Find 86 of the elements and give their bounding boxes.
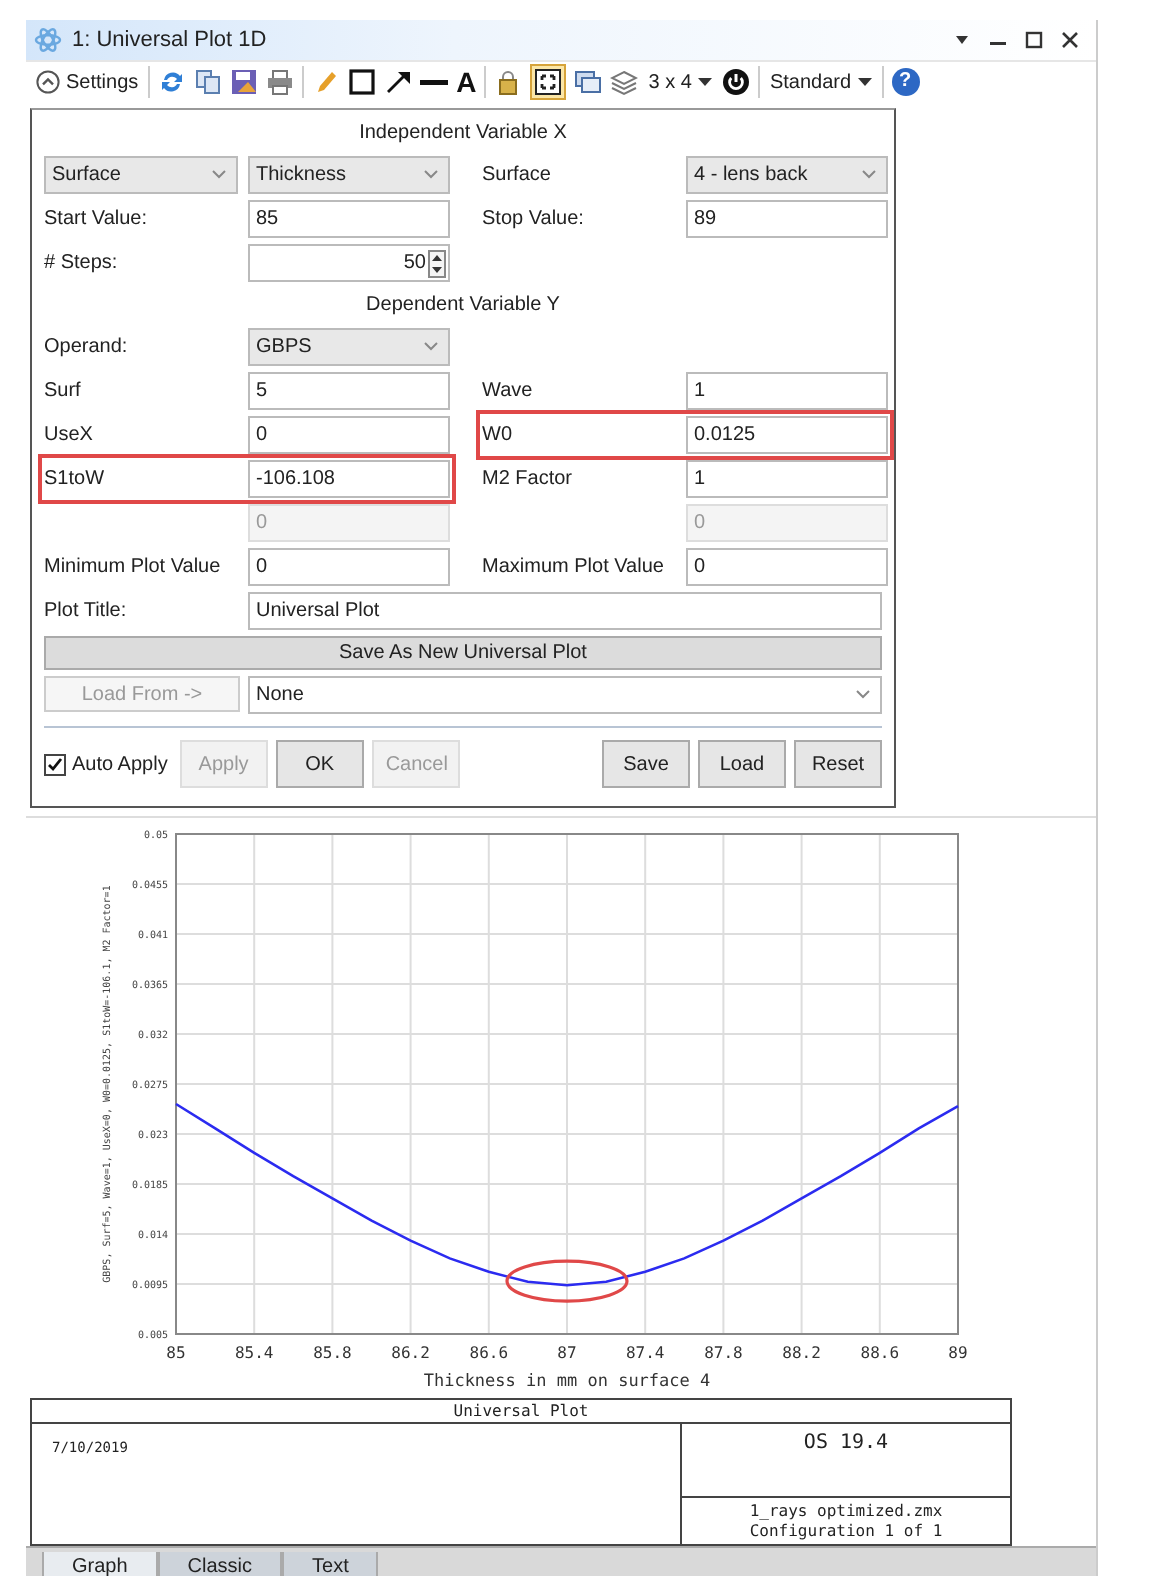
input-field[interactable]: 0 (248, 548, 450, 586)
field-label: # Steps: (44, 252, 120, 274)
input-field[interactable]: 0.0125 (686, 416, 888, 454)
arrow-icon[interactable] (384, 68, 413, 96)
field-label: Stop Value: (482, 208, 586, 230)
caret-icon[interactable] (857, 76, 872, 88)
x-tick-label: 88.6 (860, 1344, 900, 1362)
checkbox[interactable] (44, 753, 66, 775)
field-label: W0 (482, 424, 514, 446)
chevron-down-icon[interactable] (212, 170, 226, 180)
file-name: 1_rays optimized.zmx (747, 1502, 945, 1522)
maximize-icon[interactable] (1024, 30, 1044, 50)
x-tick-label: 87.4 (625, 1344, 665, 1362)
view-tab[interactable]: Text (282, 1552, 379, 1576)
input-field[interactable]: 85 (248, 200, 450, 238)
number-spinner[interactable]: 50 (248, 244, 450, 282)
x-tick-label: 86.2 (391, 1344, 430, 1362)
dropdown[interactable]: 4 - lens back (686, 156, 888, 194)
print-icon[interactable] (266, 68, 295, 96)
field-label: Wave (482, 380, 535, 402)
field-label: M2 Factor (482, 468, 575, 490)
version-text: OS 19.4 (801, 1430, 891, 1458)
field-label: UseX (44, 424, 95, 446)
caret-icon[interactable] (697, 76, 712, 88)
field-label: Maximum Plot Value (482, 556, 666, 578)
style-dropdown[interactable]: Standard (767, 71, 874, 93)
power-icon[interactable] (721, 68, 750, 96)
layout-dropdown[interactable]: 3 x 4 (646, 71, 714, 93)
dropdown[interactable]: Thickness (248, 156, 450, 194)
field-label: Plot Title: (44, 600, 129, 622)
x-tick-label: 86.6 (469, 1344, 509, 1362)
dialog-button[interactable]: Save (602, 740, 690, 788)
dialog-button[interactable]: OK (275, 740, 364, 788)
x-tick-label: 88.2 (782, 1344, 821, 1362)
x-tick-label: 85 (166, 1344, 186, 1362)
x-axis-title: Thickness in mm on surface 4 (423, 1372, 711, 1392)
field-label: Surface (482, 164, 553, 186)
field-label: S1toW (44, 468, 107, 490)
spin-arrows-icon[interactable] (428, 249, 446, 277)
input-field[interactable]: 5 (248, 372, 450, 410)
input-field[interactable]: 0 (248, 416, 450, 454)
close-icon[interactable] (1060, 30, 1080, 50)
field-label: Start Value: (44, 208, 150, 230)
view-tab[interactable]: Graph (42, 1552, 158, 1576)
save-image-icon[interactable] (230, 68, 259, 96)
field-label: Operand: (44, 336, 130, 358)
x-tick-label: 85.4 (234, 1344, 274, 1362)
refresh-icon[interactable] (158, 68, 187, 96)
checkbox-label[interactable]: Auto Apply (72, 753, 168, 775)
section-heading: Dependent Variable Y (364, 292, 562, 320)
view-tab[interactable]: Classic (157, 1552, 283, 1576)
input-field[interactable]: 0 (686, 548, 888, 586)
text-tool[interactable]: A (456, 68, 477, 96)
save-as-button[interactable]: Save As New Universal Plot (44, 636, 882, 670)
dropdown[interactable]: GBPS (248, 328, 450, 366)
grid-toggle[interactable] (530, 64, 567, 100)
input-field[interactable]: Universal Plot (248, 592, 882, 630)
dialog-button[interactable]: Reset (794, 740, 882, 788)
chevron-up-icon[interactable] (36, 70, 60, 94)
window-title: 1: Universal Plot 1D (72, 28, 267, 52)
x-tick-label: 87 (557, 1344, 577, 1362)
x-tick-label: 89 (948, 1344, 968, 1362)
input-field[interactable]: 89 (686, 200, 888, 238)
rectangle-icon[interactable] (348, 68, 377, 96)
section-heading: Independent Variable X (357, 120, 569, 148)
chevron-down-icon[interactable] (862, 170, 876, 180)
x-tick-label: 85.8 (313, 1344, 352, 1362)
lock-icon[interactable] (494, 68, 523, 96)
chevron-down-icon[interactable] (424, 170, 438, 180)
chevron-down-icon[interactable] (424, 342, 438, 352)
table-title: Universal Plot (32, 1400, 1010, 1424)
input-field[interactable]: 1 (686, 372, 888, 410)
field-label: Minimum Plot Value (44, 556, 223, 578)
x-tick-label: 87.8 (704, 1344, 743, 1362)
input-field[interactable]: -106.108 (248, 460, 450, 498)
copy-icon[interactable] (194, 68, 223, 96)
windows-icon[interactable] (574, 68, 603, 96)
help-button[interactable]: ? (891, 68, 920, 96)
settings-button[interactable]: Settings (34, 70, 141, 94)
configuration-text: Configuration 1 of 1 (747, 1522, 945, 1542)
field-label: Surf (44, 380, 83, 402)
dialog-button[interactable]: Load (698, 740, 786, 788)
layers-icon[interactable] (610, 68, 639, 96)
chevron-down-icon[interactable] (856, 690, 870, 700)
input-field[interactable]: 1 (686, 460, 888, 498)
dropdown[interactable]: Surface (44, 156, 238, 194)
